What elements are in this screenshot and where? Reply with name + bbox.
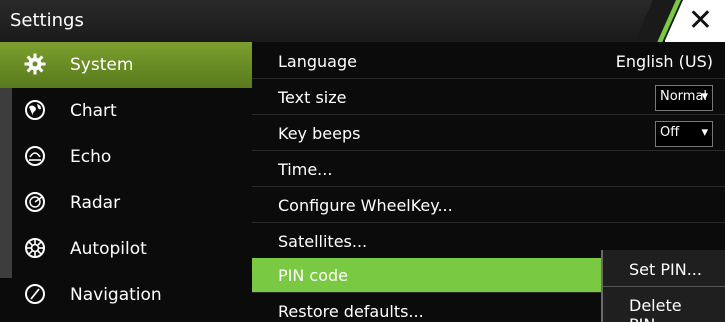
sidebar-item-label: Navigation (70, 285, 162, 305)
submenu-label: Delete PIN... (629, 296, 682, 322)
setting-label: PIN code (278, 266, 349, 285)
submenu-label: Set PIN... (629, 260, 702, 279)
setting-row-time[interactable]: Time... (252, 152, 725, 187)
globe-icon (25, 100, 45, 120)
sidebar-item-label: Radar (70, 193, 121, 213)
sidebar-item-echo[interactable]: Echo (0, 134, 252, 180)
settings-window: Settings ✕ System Chart Echo Radar Autop… (0, 0, 725, 322)
setting-label: Time... (278, 160, 333, 179)
chevron-down-icon: ▾ (701, 125, 708, 140)
title-bar: Settings ✕ (0, 0, 725, 42)
settings-sidebar: System Chart Echo Radar Autopilot Naviga… (0, 42, 252, 322)
setting-row-restore-defaults[interactable]: Restore defaults... (252, 294, 601, 322)
setting-label: Restore defaults... (278, 302, 424, 321)
sidebar-item-navigation[interactable]: Navigation (0, 272, 252, 318)
submenu-divider (603, 286, 725, 287)
dropdown-value: Off (660, 125, 680, 140)
sidebar-item-label: Chart (70, 101, 117, 121)
chevron-down-icon: ▾ (701, 89, 708, 104)
sidebar-item-chart[interactable]: Chart (0, 88, 252, 134)
setting-label: Language (278, 52, 357, 71)
radar-icon (25, 192, 45, 212)
setting-row-key-beeps[interactable]: Key beeps Off ▾ (252, 116, 725, 151)
delete-pin-item[interactable]: Delete PIN... (603, 288, 725, 322)
echo-icon (25, 146, 45, 166)
setting-label: Key beeps (278, 124, 361, 143)
close-icon: ✕ (687, 3, 713, 38)
sidebar-item-system[interactable]: System (0, 42, 252, 88)
gear-icon (24, 53, 46, 75)
window-title: Settings (10, 10, 84, 31)
sidebar-item-radar[interactable]: Radar (0, 180, 252, 226)
dropdown-value: Normal (660, 89, 708, 104)
set-pin-item[interactable]: Set PIN... (603, 252, 725, 286)
pin-code-submenu: Set PIN... Delete PIN... (601, 250, 725, 322)
setting-label: Configure WheelKey... (278, 196, 453, 215)
close-button[interactable]: ✕ (634, 0, 725, 42)
setting-row-language[interactable]: Language English (US) (252, 44, 725, 79)
key-beeps-dropdown[interactable]: Off ▾ (655, 121, 713, 147)
sidebar-item-label: Echo (70, 147, 112, 167)
setting-row-text-size[interactable]: Text size Normal ▾ (252, 80, 725, 115)
sidebar-item-label: System (70, 55, 134, 75)
setting-row-configure-wheelkey[interactable]: Configure WheelKey... (252, 188, 725, 223)
compass-icon (25, 284, 45, 304)
sidebar-item-label: Autopilot (70, 239, 147, 259)
helm-icon (25, 238, 45, 258)
sidebar-item-autopilot[interactable]: Autopilot (0, 226, 252, 272)
setting-row-pin-code[interactable]: PIN code (252, 258, 601, 293)
text-size-dropdown[interactable]: Normal ▾ (655, 85, 713, 111)
setting-value: English (US) (615, 52, 713, 71)
setting-label: Satellites... (278, 232, 368, 251)
close-slash-decoration (634, 0, 683, 42)
setting-label: Text size (278, 88, 347, 107)
